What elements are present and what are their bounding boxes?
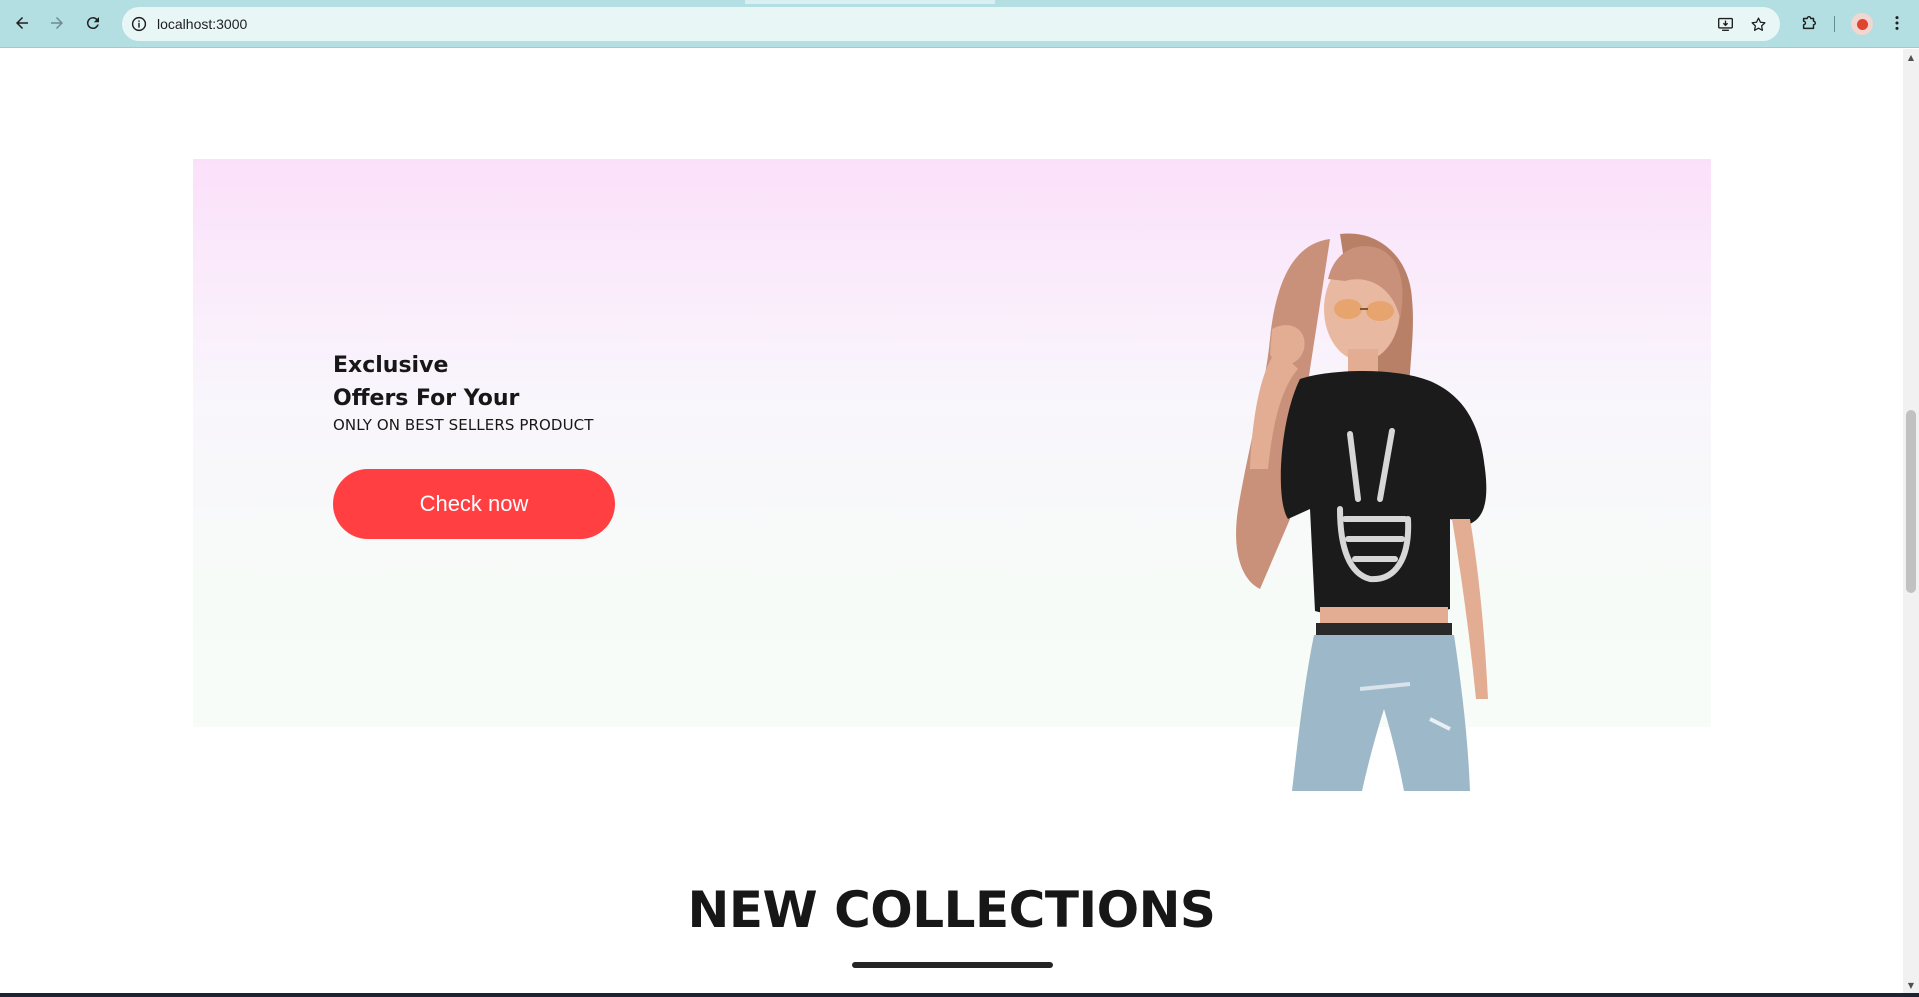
- heading-underline: [852, 962, 1053, 968]
- taskbar-edge: [0, 993, 1919, 997]
- scrollbar-thumb[interactable]: [1906, 410, 1916, 593]
- offers-subtitle: ONLY ON BEST SELLERS PRODUCT: [333, 416, 594, 434]
- url-text[interactable]: localhost:3000: [157, 15, 247, 33]
- new-collections-heading: NEW COLLECTIONS: [687, 881, 1216, 939]
- offers-text-block: Exclusive Offers For Your ONLY ON BEST S…: [333, 349, 615, 539]
- check-now-button[interactable]: Check now: [333, 469, 615, 539]
- offers-title-line-1: Exclusive: [333, 353, 449, 378]
- offers-title-line-2: Offers For Your: [333, 386, 520, 411]
- avatar[interactable]: [1851, 13, 1873, 35]
- kebab-menu-icon[interactable]: [1886, 12, 1908, 34]
- install-app-icon[interactable]: [1716, 15, 1734, 33]
- address-bar[interactable]: localhost:3000: [122, 7, 1780, 41]
- scroll-down-arrow-icon[interactable]: ▼: [1906, 980, 1916, 990]
- puzzle-icon[interactable]: [1798, 12, 1820, 34]
- info-icon[interactable]: [130, 15, 148, 33]
- reload-icon[interactable]: [81, 11, 105, 35]
- forward-arrow-icon[interactable]: [45, 11, 69, 35]
- page-viewport: Exclusive Offers For Your ONLY ON BEST S…: [0, 49, 1903, 993]
- profile-icon: [1856, 18, 1868, 30]
- scroll-up-arrow-icon[interactable]: ▲: [1906, 52, 1916, 62]
- model-image: [1236, 233, 1488, 791]
- active-tab-indicator: [745, 0, 995, 4]
- star-icon[interactable]: [1749, 15, 1767, 33]
- browser-toolbar: localhost:3000: [0, 0, 1919, 48]
- back-arrow-icon[interactable]: [10, 11, 34, 35]
- toolbar-divider: [1834, 16, 1835, 32]
